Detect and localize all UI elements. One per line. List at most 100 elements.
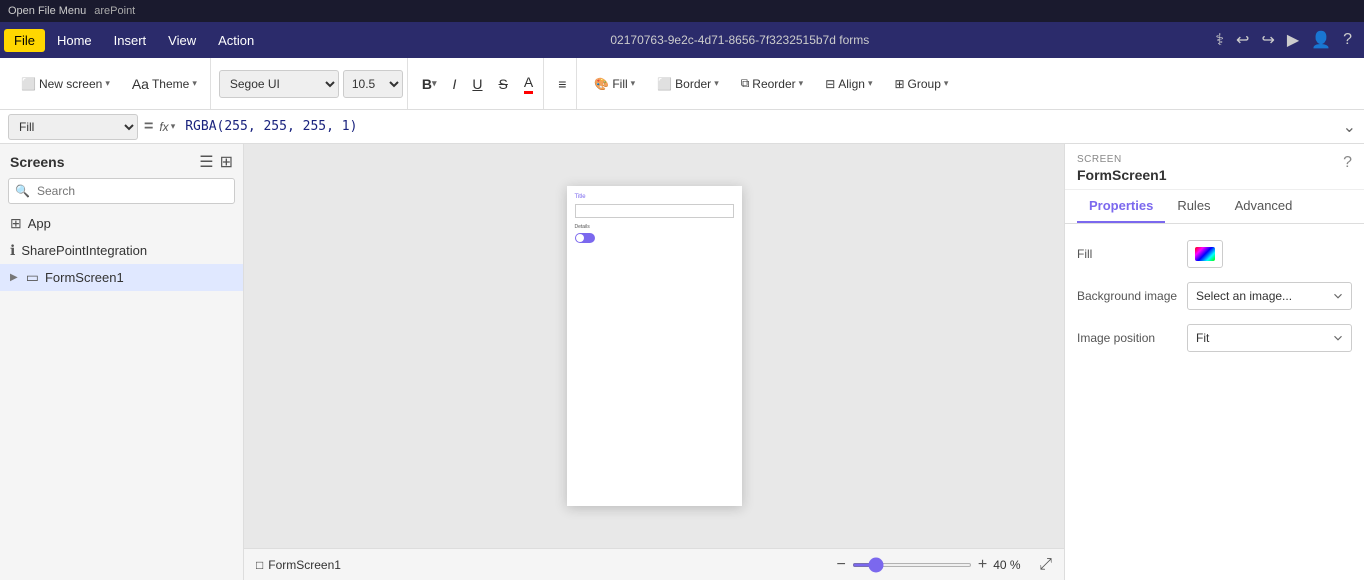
formula-expand-icon[interactable]: ⌄ xyxy=(1343,117,1356,137)
bottom-screen-icon: □ xyxy=(256,558,263,572)
formscreen1-icon: ▭ xyxy=(26,269,39,286)
ribbon-group-align: ≡ xyxy=(548,58,577,109)
menu-bar: File Home Insert View Action 02170763-9e… xyxy=(0,22,1364,58)
new-screen-button[interactable]: ⬜ New screen ▾ xyxy=(12,72,119,96)
group-button[interactable]: ⊞ Group ▾ xyxy=(885,72,957,96)
list-view-button[interactable]: ☰ xyxy=(199,152,213,172)
search-bar: 🔍 xyxy=(8,178,235,204)
bottom-screen-name: FormScreen1 xyxy=(268,558,341,572)
menu-item-action[interactable]: Action xyxy=(208,29,264,52)
tab-rules[interactable]: Rules xyxy=(1165,190,1222,223)
new-screen-label: New screen xyxy=(39,77,102,91)
text-align-button[interactable]: ≡ xyxy=(552,72,572,96)
ribbon-group-screen: ⬜ New screen ▾ Aa Theme ▾ xyxy=(8,58,211,109)
user-icon[interactable]: 👤 xyxy=(1311,30,1331,50)
screen-section-label: SCREEN xyxy=(1077,154,1166,165)
left-panel: Screens ☰ ⊞ 🔍 ⊞ App ℹ SharePointIntegrat… xyxy=(0,144,244,580)
open-file-menu-text[interactable]: Open File Menu xyxy=(8,5,86,17)
tree-item-sharepoint-label: SharePointIntegration xyxy=(21,243,147,258)
fx-label: fx xyxy=(159,120,168,134)
font-color-button[interactable]: A xyxy=(518,70,539,98)
fill-label: Fill xyxy=(612,77,627,91)
fill-swatch-color xyxy=(1195,247,1215,261)
tree-item-app-label: App xyxy=(28,216,51,231)
menu-item-view[interactable]: View xyxy=(158,29,206,52)
background-image-select[interactable]: Select an image... xyxy=(1187,282,1352,310)
screen-frame-inner: Title Details xyxy=(567,186,742,251)
zoom-out-button[interactable]: − xyxy=(837,556,846,574)
menu-item-file[interactable]: File xyxy=(4,29,45,52)
screen-toggle[interactable] xyxy=(575,233,595,243)
search-input[interactable] xyxy=(8,178,235,204)
panel-icons: ☰ ⊞ xyxy=(199,152,233,172)
font-size-select[interactable]: 10.5 xyxy=(343,70,403,98)
grid-view-button[interactable]: ⊞ xyxy=(220,152,233,172)
prop-row-image-position: Image position Fit xyxy=(1077,324,1352,352)
bottom-screen-label: □ FormScreen1 xyxy=(256,558,341,572)
font-family-select[interactable]: Segoe UI xyxy=(219,70,339,98)
theme-icon: Aa xyxy=(132,76,149,92)
menu-item-home[interactable]: Home xyxy=(47,29,102,52)
ribbon-group-style: B▾ I U S A xyxy=(412,58,544,109)
zoom-expand-button[interactable]: ⤢ xyxy=(1039,556,1052,574)
formscreen1-caret: ▶ xyxy=(10,272,18,283)
fill-prop-label: Fill xyxy=(1077,247,1187,261)
zoom-in-button[interactable]: + xyxy=(978,556,987,574)
help-circle-icon[interactable]: ? xyxy=(1343,154,1352,172)
accessibility-icon[interactable]: ⚕ xyxy=(1215,30,1224,50)
property-selector[interactable]: Fill xyxy=(8,114,138,140)
screen-input-field xyxy=(575,204,734,218)
prop-row-background-image: Background image Select an image... xyxy=(1077,282,1352,310)
equals-sign: = xyxy=(144,118,153,136)
screen-frame: Title Details xyxy=(567,186,742,506)
italic-button[interactable]: I xyxy=(447,72,463,96)
background-image-value: Select an image... xyxy=(1187,282,1352,310)
theme-caret: ▾ xyxy=(192,78,197,89)
theme-button[interactable]: Aa Theme ▾ xyxy=(123,71,206,97)
zoom-slider[interactable] xyxy=(852,563,972,567)
fx-indicator[interactable]: fx ▾ xyxy=(159,120,175,134)
tab-properties[interactable]: Properties xyxy=(1077,190,1165,223)
sharepoint-icon: ℹ xyxy=(10,242,15,259)
play-icon[interactable]: ▶ xyxy=(1287,30,1299,50)
fill-swatch[interactable] xyxy=(1187,240,1223,268)
underline-button[interactable]: U xyxy=(466,72,488,96)
screen-title-field: Title xyxy=(575,194,734,200)
new-screen-caret: ▾ xyxy=(105,78,110,89)
strikethrough-button[interactable]: S xyxy=(493,72,514,96)
reorder-label: Reorder xyxy=(752,77,795,91)
fill-icon: 🎨 xyxy=(594,77,609,91)
help-icon[interactable]: ? xyxy=(1343,31,1352,49)
tree-item-sharepoint[interactable]: ℹ SharePointIntegration xyxy=(0,237,243,264)
panel-title: Screens xyxy=(10,154,64,170)
search-icon: 🔍 xyxy=(15,184,30,198)
image-position-select[interactable]: Fit xyxy=(1187,324,1352,352)
image-position-label: Image position xyxy=(1077,331,1187,345)
fill-button[interactable]: 🎨 Fill ▾ xyxy=(585,72,644,96)
bottom-bar: □ FormScreen1 − + 40 % ⤢ xyxy=(244,548,1064,580)
right-panel-title-group: SCREEN FormScreen1 xyxy=(1077,154,1166,183)
tab-advanced[interactable]: Advanced xyxy=(1223,190,1305,223)
redo-icon[interactable]: ↪ xyxy=(1261,30,1274,50)
align-icon: ⊟ xyxy=(825,77,835,91)
canvas-area: Title Details □ FormScreen1 − + 40 % ⤢ xyxy=(244,144,1064,580)
fill-prop-value xyxy=(1187,240,1352,268)
canvas-workspace[interactable]: Title Details xyxy=(244,144,1064,548)
bold-button[interactable]: B▾ xyxy=(416,72,443,96)
group-label: Group xyxy=(908,77,941,91)
menu-item-insert[interactable]: Insert xyxy=(104,29,157,52)
align-button[interactable]: ⊟ Align ▾ xyxy=(816,72,881,96)
undo-icon[interactable]: ↩ xyxy=(1236,30,1249,50)
zoom-label: 40 % xyxy=(993,558,1033,572)
border-button[interactable]: ⬜ Border ▾ xyxy=(648,72,728,96)
reorder-button[interactable]: ⧉ Reorder ▾ xyxy=(732,71,812,96)
tree-item-app[interactable]: ⊞ App xyxy=(0,210,243,237)
group-icon: ⊞ xyxy=(894,77,904,91)
tree-item-formscreen1[interactable]: ▶ ▭ FormScreen1 xyxy=(0,264,243,291)
ribbon-group-font: Segoe UI 10.5 xyxy=(215,58,408,109)
formula-input[interactable] xyxy=(181,117,1336,136)
tree-item-formscreen1-label: FormScreen1 xyxy=(45,270,124,285)
image-position-value: Fit xyxy=(1187,324,1352,352)
right-panel-tabs: Properties Rules Advanced xyxy=(1065,190,1364,224)
background-image-label: Background image xyxy=(1077,289,1187,303)
